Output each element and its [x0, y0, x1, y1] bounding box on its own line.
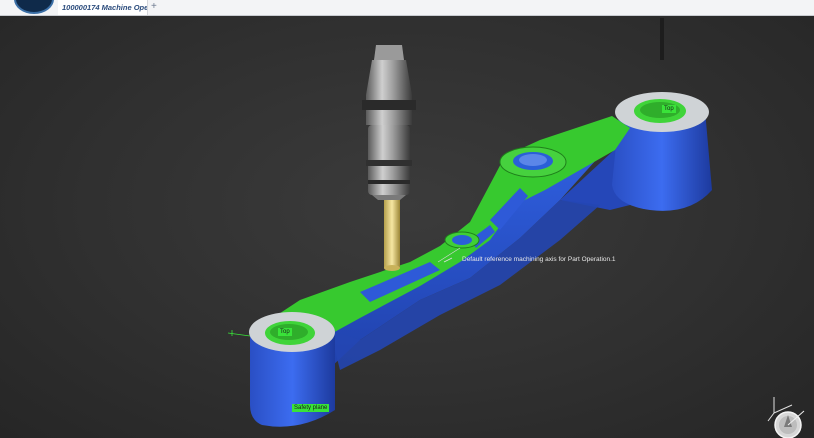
tool-holder-cone [366, 60, 412, 95]
title-bar: 100000174 Machine Operat + [0, 0, 814, 16]
left-hole-tag[interactable]: Top [278, 328, 292, 336]
part-top-face [262, 116, 630, 350]
3d-viewport[interactable]: Default reference machining axis for Par… [0, 15, 814, 438]
new-tab-button[interactable]: + [151, 0, 157, 14]
view-compass-icon[interactable] [764, 391, 812, 438]
safety-plane-label[interactable]: Safety plane [292, 404, 330, 412]
app-compass-logo[interactable] [14, 0, 54, 14]
cutting-tool [384, 200, 400, 268]
machining-axis-annotation[interactable]: Default reference machining axis for Par… [462, 256, 616, 263]
right-hole-tag[interactable]: Top [662, 105, 676, 113]
tab-machine-operation[interactable]: 100000174 Machine Operat [58, 0, 148, 15]
mid-hole [452, 235, 472, 245]
machined-part-scene [227, 18, 712, 427]
